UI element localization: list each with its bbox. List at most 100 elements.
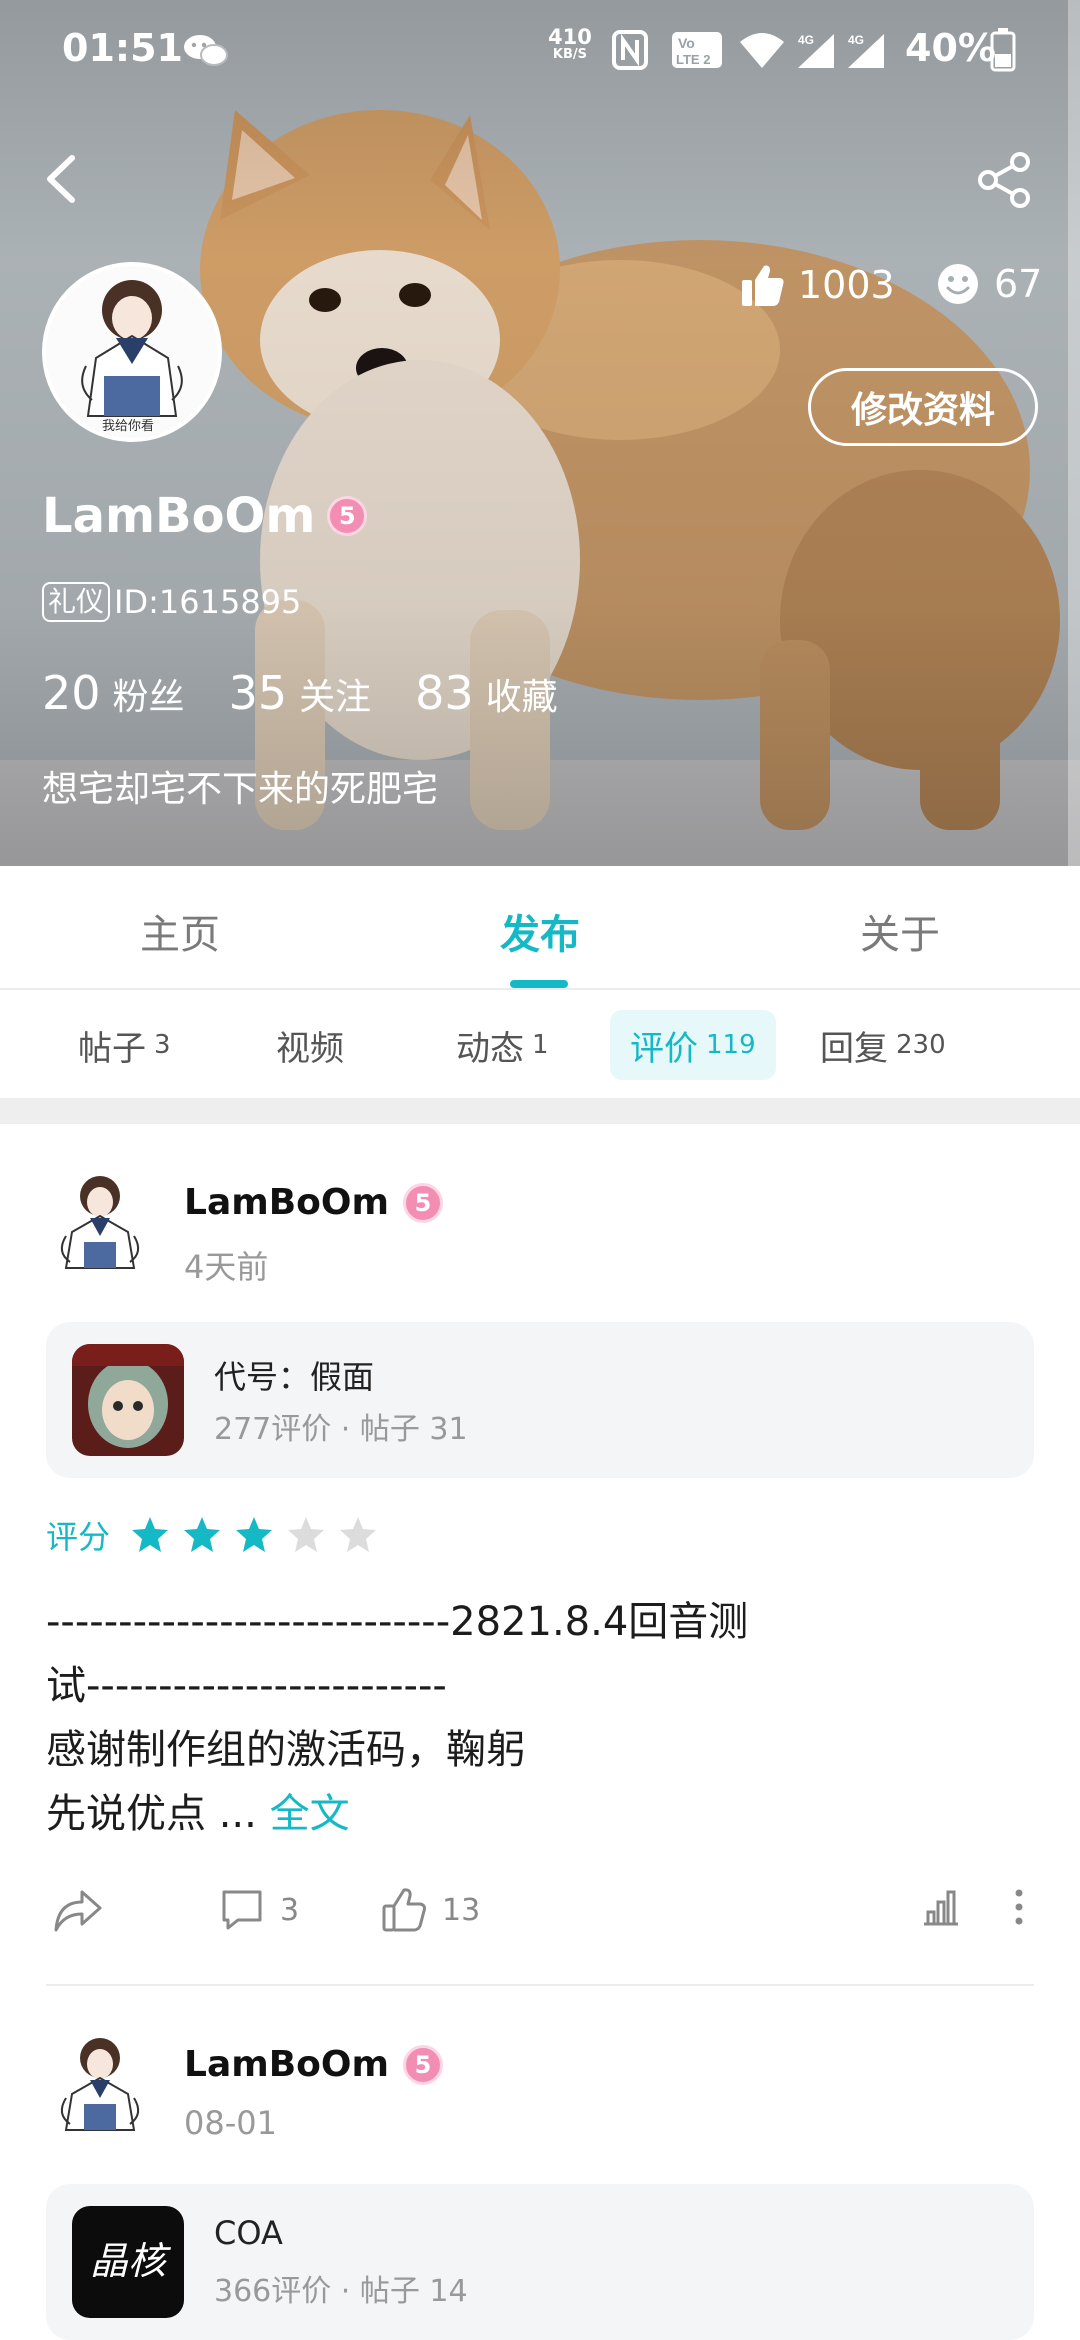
game-icon: 晶核: [72, 2206, 184, 2318]
share-action[interactable]: [52, 1886, 104, 1934]
post-divider: [46, 1984, 1034, 1986]
subtab-count: 1: [532, 1030, 549, 1060]
wifi-icon: [740, 33, 784, 68]
section-divider: [0, 1098, 1080, 1124]
username-text: LamBoOm: [42, 488, 316, 544]
profile-smiles-stat: 67: [936, 262, 1042, 306]
battery-icon: [990, 28, 1016, 72]
game-name: 代号：假面: [214, 1358, 375, 1396]
count-number: 35: [228, 666, 288, 720]
user-id: ID:1615895: [114, 583, 302, 621]
net-speed: 410 KB/S: [548, 27, 592, 64]
game-meta: 277评价 · 帖子 31: [214, 1412, 468, 1447]
read-more-link[interactable]: 全文: [270, 1791, 350, 1837]
subtab-posts[interactable]: 帖子 3: [58, 1010, 191, 1080]
sub-tab-bar: 帖子 3 视频 动态 1 评价 119 回复 230: [0, 990, 1080, 1096]
subtab-count: 3: [154, 1030, 171, 1060]
like-action[interactable]: 13: [380, 1886, 480, 1934]
subtab-label: 帖子: [78, 1028, 146, 1069]
thumbs-up-outline-icon: [382, 1888, 426, 1932]
svg-text:4G: 4G: [798, 33, 814, 47]
subtab-videos[interactable]: 视频: [256, 1010, 364, 1080]
subtab-count: 119: [706, 1030, 756, 1060]
user-id-row: 礼仪 ID:1615895: [42, 582, 301, 622]
forward-icon: [54, 1890, 102, 1932]
comment-count: 3: [280, 1892, 300, 1928]
avatar-caption: 我给你看: [102, 418, 154, 434]
star-filled-icon: [236, 1517, 273, 1552]
review-line-last: 先说优点 ... 全文: [46, 1782, 1036, 1846]
post-time: 4天前: [184, 1248, 269, 1286]
profile-avatar[interactable]: 我给你看: [42, 262, 222, 442]
back-button[interactable]: [36, 148, 88, 210]
followers-count[interactable]: 20 粉丝: [42, 666, 185, 720]
more-vertical-icon: [1015, 1889, 1023, 1925]
more-options-button[interactable]: [1012, 1886, 1026, 1928]
status-time: 01:51: [62, 26, 183, 70]
volte-icon: Vo LTE 2: [672, 32, 722, 68]
game-card[interactable]: 代号：假面 277评价 · 帖子 31: [46, 1322, 1034, 1478]
game-icon: [72, 1344, 184, 1456]
like-count: 13: [442, 1892, 481, 1928]
rating-label: 评分: [46, 1518, 111, 1556]
star-empty-icon: [340, 1517, 377, 1552]
review-line: 先说优点 ...: [46, 1791, 257, 1837]
svg-text:LTE 2: LTE 2: [676, 52, 710, 67]
id-tag: 礼仪: [42, 582, 111, 622]
game-logo-text: 晶核: [90, 2239, 172, 2283]
svg-text:4G: 4G: [848, 33, 864, 47]
smiles-count: 67: [994, 262, 1043, 306]
review-line: 感谢制作组的激活码，鞠躬: [46, 1727, 526, 1773]
tab-published[interactable]: 发布: [420, 902, 660, 960]
subtab-reviews[interactable]: 评价 119: [610, 1010, 776, 1080]
count-number: 20: [42, 666, 101, 720]
wechat-icon: [184, 35, 228, 66]
subtab-label: 视频: [276, 1028, 344, 1069]
subtab-count: 230: [896, 1030, 946, 1060]
stats-action[interactable]: [920, 1886, 962, 1928]
review-post[interactable]: LamBoOm 5 4天前 代号：假面 277评价 · 帖子 31 评分 ---…: [0, 1124, 1080, 2000]
net-speed-unit: KB/S: [552, 47, 587, 62]
signal-4g-icon: 4G: [848, 33, 884, 68]
tab-home[interactable]: 主页: [60, 902, 300, 960]
post-actions: 3 13: [46, 1886, 1036, 1946]
review-line: ----------------------------2821.8.4回音测: [46, 1599, 749, 1645]
game-card[interactable]: 晶核 COA 366评价 · 帖子 14: [46, 2184, 1034, 2340]
profile-header: 01:51 410 KB/S Vo LTE 2 4G 4G 40% 我给你看 1…: [0, 0, 1080, 866]
svg-text:Vo: Vo: [678, 35, 695, 51]
edit-profile-button[interactable]: 修改资料: [808, 368, 1038, 446]
count-label: 关注: [299, 677, 372, 718]
profile-username: LamBoOm 5: [42, 488, 368, 544]
subtab-replies[interactable]: 回复 230: [800, 1010, 966, 1080]
count-label: 收藏: [485, 677, 558, 718]
post-author[interactable]: LamBoOm 5: [184, 2044, 444, 2085]
post-author[interactable]: LamBoOm 5: [184, 1182, 444, 1223]
game-meta: 366评价 · 帖子 14: [214, 2274, 468, 2309]
subtab-moments[interactable]: 动态 1: [436, 1010, 569, 1080]
following-count[interactable]: 35 关注: [229, 666, 372, 720]
profile-likes-stat: 1003: [740, 262, 895, 308]
author-name: LamBoOm: [184, 2044, 390, 2085]
nfc-icon: [612, 30, 648, 70]
review-post[interactable]: LamBoOm 5 08-01 晶核 COA 366评价 · 帖子 14: [0, 2000, 1080, 2340]
bar-chart-icon: [924, 1890, 958, 1926]
post-author-avatar[interactable]: [48, 2032, 152, 2142]
active-tab-indicator: [510, 980, 568, 988]
avatar-image: 我给你看: [46, 266, 218, 438]
level-badge: 5: [403, 1182, 444, 1223]
review-text[interactable]: ----------------------------2821.8.4回音测 …: [46, 1590, 1036, 1846]
post-author-avatar[interactable]: [48, 1170, 152, 1280]
main-tab-bar: 主页 发布 关于: [0, 866, 1080, 990]
post-time: 08-01: [184, 2104, 277, 2142]
share-button[interactable]: [974, 150, 1034, 210]
thumbs-up-icon: [742, 265, 784, 306]
rating-stars: [130, 1515, 378, 1555]
favorites-count[interactable]: 83 收藏: [415, 666, 558, 720]
comment-icon: [222, 1890, 262, 1930]
signal-4g-icon: 4G: [798, 33, 834, 68]
star-filled-icon: [132, 1517, 169, 1552]
star-empty-icon: [288, 1517, 325, 1552]
rating-row: 评分: [46, 1512, 378, 1558]
tab-about[interactable]: 关于: [780, 902, 1020, 960]
comment-action[interactable]: 3: [218, 1886, 299, 1934]
